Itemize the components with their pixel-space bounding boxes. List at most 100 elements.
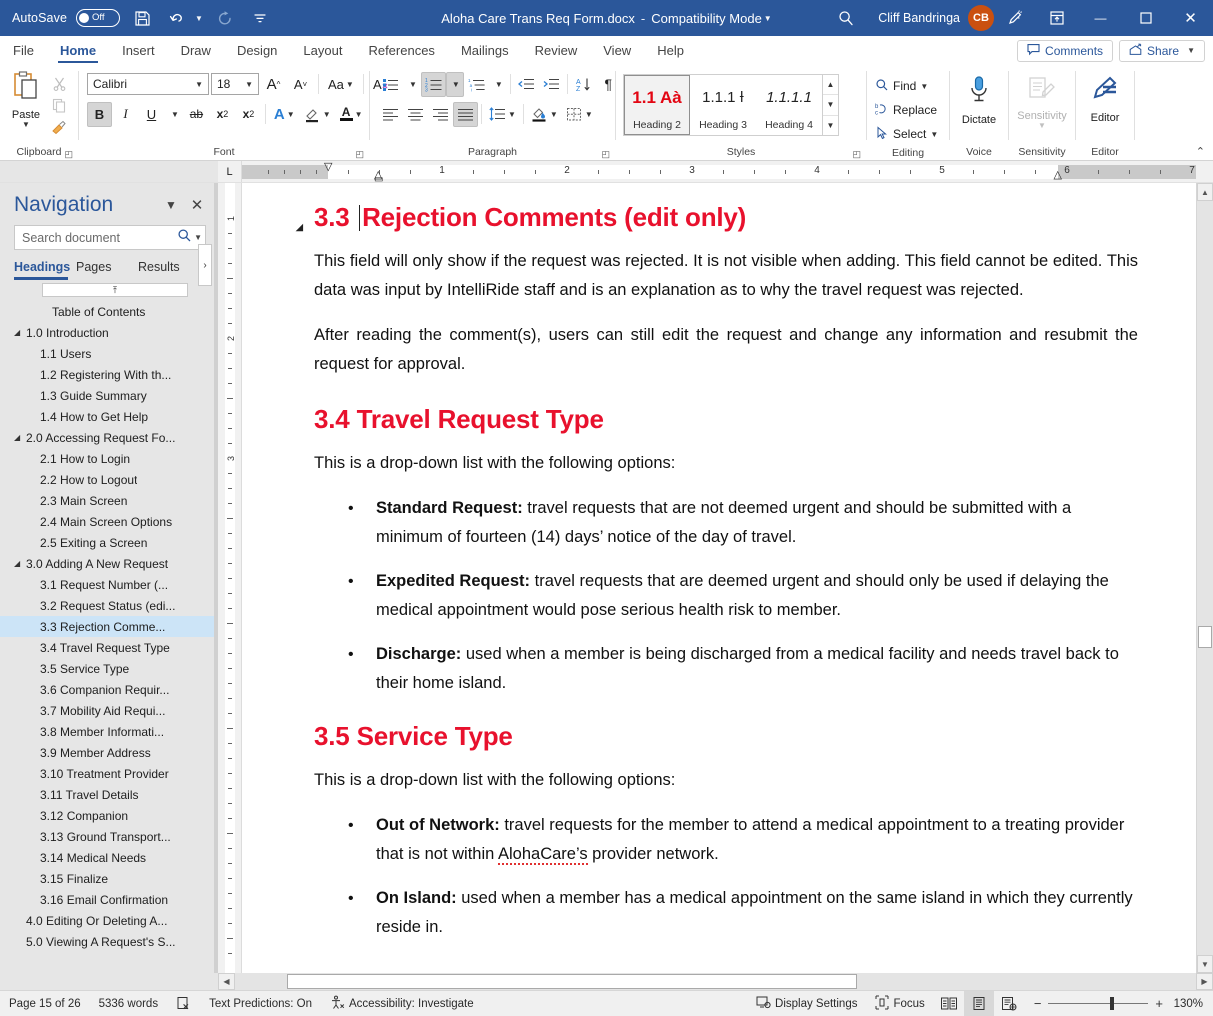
- list-item[interactable]: Discharge: used when a member is being d…: [348, 640, 1138, 698]
- grow-font-icon[interactable]: A ^: [261, 72, 286, 97]
- tab-insert[interactable]: Insert: [109, 36, 168, 65]
- style-heading-3[interactable]: 1.1.1 Ɨ Heading 3: [690, 75, 756, 135]
- tab-home[interactable]: Home: [47, 36, 109, 65]
- close-icon[interactable]: ✕: [184, 193, 210, 217]
- collapse-heading-triangle-icon[interactable]: ◢: [296, 211, 303, 243]
- select-dropdown-icon[interactable]: ▼: [930, 130, 938, 139]
- avatar[interactable]: CB: [968, 5, 994, 31]
- text-effects-icon[interactable]: A ▼: [270, 102, 299, 127]
- dictate-button[interactable]: Dictate: [955, 71, 1003, 126]
- nav-heading-3-2[interactable]: 3.2 Request Status (edi...: [0, 595, 218, 616]
- nav-heading-1-3[interactable]: 1.3 Guide Summary: [0, 385, 218, 406]
- save-icon[interactable]: [129, 5, 155, 31]
- document-scroll-area[interactable]: ◢ 3.3 Rejection Comments (edit only) This…: [242, 183, 1196, 973]
- nav-heading-3-10[interactable]: 3.10 Treatment Provider: [0, 763, 218, 784]
- nav-heading-3-12[interactable]: 3.12 Companion: [0, 805, 218, 826]
- tab-mailings[interactable]: Mailings: [448, 36, 522, 65]
- document-heading-3-3[interactable]: ◢ 3.3 Rejection Comments (edit only): [296, 201, 1138, 233]
- expand-triangle-icon[interactable]: ◢: [14, 433, 26, 442]
- zoom-slider[interactable]: [1048, 997, 1149, 1010]
- borders-icon[interactable]: ▼: [562, 102, 597, 127]
- undo-dropdown-icon[interactable]: ▼: [195, 14, 203, 23]
- collapse-ribbon-icon[interactable]: ⌃: [1196, 145, 1205, 158]
- subscript-button[interactable]: x2: [210, 102, 235, 127]
- nav-heading-3-8[interactable]: 3.8 Member Informati...: [0, 721, 218, 742]
- clipboard-dialog-launcher[interactable]: ◰: [64, 149, 73, 160]
- format-painter-icon[interactable]: [48, 117, 70, 138]
- web-layout-icon[interactable]: [994, 991, 1024, 1016]
- right-indent-marker[interactable]: △: [1054, 168, 1062, 181]
- document-paragraph-3[interactable]: This is a drop-down list with the follow…: [314, 449, 1138, 478]
- styles-more-icon[interactable]: ▼: [823, 116, 838, 135]
- tab-draw[interactable]: Draw: [168, 36, 224, 65]
- nav-heading-3-0[interactable]: ◢ 3.0 Adding A New Request: [0, 553, 218, 574]
- line-spacing-icon[interactable]: ▼: [485, 102, 520, 127]
- sort-icon[interactable]: AZ: [571, 72, 596, 97]
- vertical-scroll-track[interactable]: [1197, 201, 1213, 955]
- replace-button[interactable]: bc Replace: [872, 98, 937, 122]
- numbering-icon[interactable]: 123: [420, 71, 446, 97]
- maximize-button[interactable]: [1123, 0, 1168, 36]
- nav-heading-3-5[interactable]: 3.5 Service Type: [0, 658, 218, 679]
- chevron-down-icon[interactable]: ▼: [192, 233, 202, 242]
- horizontal-scroll-thumb[interactable]: [287, 974, 857, 989]
- nav-heading-2-4[interactable]: 2.4 Main Screen Options: [0, 511, 218, 532]
- find-button[interactable]: Find ▼: [872, 74, 928, 98]
- font-size-combo[interactable]: 18 ▼: [211, 73, 259, 95]
- zoom-level-label[interactable]: 130%: [1171, 998, 1213, 1010]
- zoom-in-button[interactable]: +: [1155, 997, 1163, 1010]
- styles-scroll-down-icon[interactable]: ▼: [823, 95, 838, 116]
- editor-button[interactable]: Editor: [1081, 71, 1129, 124]
- customize-quick-access-toolbar-icon[interactable]: [247, 5, 273, 31]
- style-heading-2[interactable]: 1.1 Aà Heading 2: [624, 75, 690, 135]
- select-button[interactable]: Select ▼: [872, 122, 938, 146]
- nav-heading-3-13[interactable]: 3.13 Ground Transport...: [0, 826, 218, 847]
- bullets-icon[interactable]: [378, 72, 403, 97]
- scroll-down-button[interactable]: ▼: [1197, 955, 1213, 973]
- chevron-right-icon[interactable]: ›: [198, 244, 212, 286]
- list-item[interactable]: On Island: used when a member has a medi…: [348, 884, 1138, 942]
- search-icon[interactable]: [824, 0, 868, 36]
- vertical-ruler[interactable]: 1 2 3: [218, 183, 242, 973]
- shrink-font-icon[interactable]: A ˅: [288, 72, 313, 97]
- font-dialog-launcher[interactable]: ◰: [355, 149, 364, 160]
- style-heading-4[interactable]: 1.1.1.1 Heading 4: [756, 75, 822, 135]
- navigation-headings-tree[interactable]: ◢Table of Contents ◢1.0 Introduction 1.1…: [0, 297, 218, 973]
- tab-pages[interactable]: Pages: [76, 260, 138, 280]
- nav-heading-3-9[interactable]: 3.9 Member Address: [0, 742, 218, 763]
- scroll-up-button[interactable]: ▲: [1197, 183, 1213, 201]
- decrease-indent-icon[interactable]: [514, 72, 539, 97]
- autosave-toggle[interactable]: Off: [76, 9, 121, 27]
- numbering-dropdown-icon[interactable]: ▼: [445, 71, 464, 97]
- close-button[interactable]: ✕: [1168, 0, 1213, 36]
- scroll-left-button[interactable]: ◀: [218, 973, 235, 990]
- find-dropdown-icon[interactable]: ▼: [920, 82, 928, 91]
- nav-heading-2-0[interactable]: ◢ 2.0 Accessing Request Fo...: [0, 427, 218, 448]
- nav-heading-3-16[interactable]: 3.16 Email Confirmation: [0, 889, 218, 910]
- nav-heading-1-0[interactable]: ◢ 1.0 Introduction: [0, 322, 218, 343]
- scroll-right-button[interactable]: ▶: [1196, 973, 1213, 990]
- tab-references[interactable]: References: [355, 36, 447, 65]
- copy-icon[interactable]: [48, 95, 70, 116]
- word-count-status[interactable]: 5336 words: [90, 991, 167, 1016]
- nav-heading-3-1[interactable]: 3.1 Request Number (...: [0, 574, 218, 595]
- page-number-status[interactable]: Page 15 of 26: [0, 991, 90, 1016]
- share-dropdown-icon[interactable]: ▼: [1187, 46, 1195, 55]
- align-right-icon[interactable]: [428, 102, 453, 127]
- nav-heading-3-15[interactable]: 3.15 Finalize: [0, 868, 218, 889]
- expand-triangle-icon[interactable]: ◢: [14, 559, 26, 568]
- search-icon[interactable]: [177, 228, 192, 248]
- justify-icon[interactable]: [453, 101, 478, 127]
- change-case-icon[interactable]: Aa ▼: [324, 72, 358, 97]
- document-paragraph-2[interactable]: After reading the comment(s), users can …: [314, 321, 1138, 379]
- chevron-down-icon[interactable]: ▼: [242, 80, 256, 89]
- search-input[interactable]: Search document ▼: [14, 225, 206, 250]
- underline-button[interactable]: U: [139, 102, 164, 127]
- left-indent-marker[interactable]: ▭: [374, 174, 383, 182]
- document-bullet-list-2[interactable]: Out of Network: travel requests for the …: [314, 811, 1138, 942]
- undo-icon[interactable]: [164, 5, 190, 31]
- list-item[interactable]: Standard Request: travel requests that a…: [348, 494, 1138, 552]
- zoom-control[interactable]: − +: [1024, 997, 1171, 1010]
- text-predictions-status[interactable]: Text Predictions: On: [200, 991, 321, 1016]
- italic-button[interactable]: I: [113, 102, 138, 127]
